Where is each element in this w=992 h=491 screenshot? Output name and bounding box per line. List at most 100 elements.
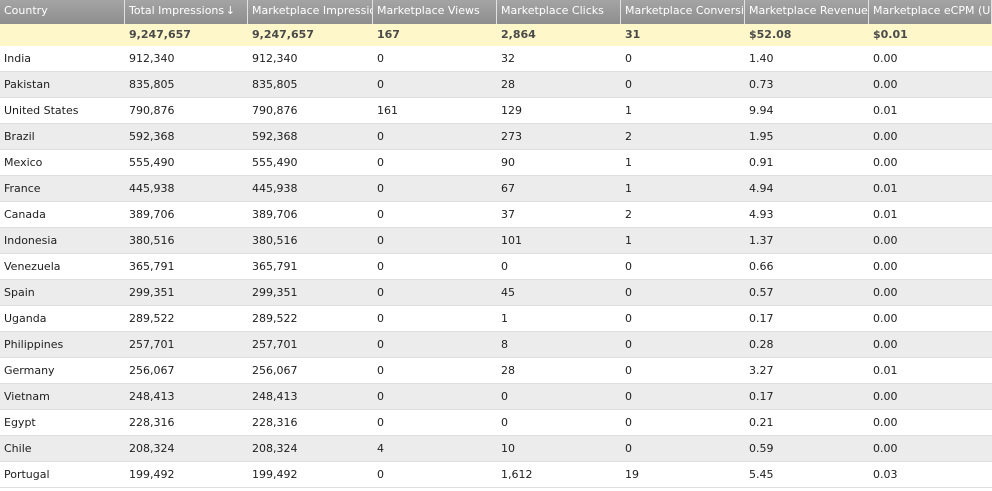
cell-marketplace-conversions: 0 <box>625 338 632 351</box>
table-row[interactable]: Egypt 228,316 228,316 0 0 0 0.21 0.00 <box>0 410 992 436</box>
cell-marketplace-impressions: 445,938 <box>252 182 298 195</box>
column-header-marketplace-clicks[interactable]: Marketplace Clicks <box>497 0 621 24</box>
cell-total-impressions: 912,340 <box>129 52 175 65</box>
cell-marketplace-clicks: 8 <box>501 338 508 351</box>
cell-marketplace-conversions: 19 <box>625 468 639 481</box>
column-header-marketplace-views[interactable]: Marketplace Views <box>373 0 497 24</box>
cell-marketplace-views: 0 <box>377 312 384 325</box>
cell-marketplace-impressions: 912,340 <box>252 52 298 65</box>
cell-marketplace-impressions: 208,324 <box>252 442 298 455</box>
cell-country: India <box>4 52 31 65</box>
cell-country: Vietnam <box>4 390 50 403</box>
table-row[interactable]: Philippines 257,701 257,701 0 8 0 0.28 0.00 <box>0 332 992 358</box>
cell-marketplace-ecpm: 0.00 <box>873 156 898 169</box>
cell-marketplace-ecpm: 0.00 <box>873 442 898 455</box>
cell-total-impressions: 289,522 <box>129 312 175 325</box>
table-row[interactable]: Portugal 199,492 199,492 0 1,612 19 5.45 0.03 <box>0 462 992 488</box>
column-header-marketplace-impressions[interactable]: Marketplace Impressions <box>248 0 373 24</box>
column-header-label: Marketplace Impressions <box>252 4 372 17</box>
cell-marketplace-revenue: 5.45 <box>749 468 774 481</box>
cell-marketplace-revenue: 0.17 <box>749 312 774 325</box>
column-header-label: Marketplace Revenue (U <box>749 4 868 17</box>
cell-marketplace-ecpm: 0.01 <box>873 208 898 221</box>
cell-marketplace-impressions: 257,701 <box>252 338 298 351</box>
column-header-label: Marketplace Views <box>377 4 480 17</box>
table-row[interactable]: Uganda 289,522 289,522 0 1 0 0.17 0.00 <box>0 306 992 332</box>
column-header-label: Marketplace eCPM (USD) <box>873 4 991 17</box>
cell-marketplace-conversions: 0 <box>625 52 632 65</box>
cell-marketplace-revenue: 1.40 <box>749 52 774 65</box>
cell-marketplace-conversions: 0 <box>625 364 632 377</box>
cell-total-impressions: 445,938 <box>129 182 175 195</box>
cell-marketplace-conversions: 0 <box>625 442 632 455</box>
table-row[interactable]: Germany 256,067 256,067 0 28 0 3.27 0.01 <box>0 358 992 384</box>
cell-marketplace-impressions: 380,516 <box>252 234 298 247</box>
cell-marketplace-clicks: 45 <box>501 286 515 299</box>
cell-marketplace-conversions: 0 <box>625 260 632 273</box>
column-header-marketplace-ecpm[interactable]: Marketplace eCPM (USD) <box>869 0 992 24</box>
cell-marketplace-impressions: 555,490 <box>252 156 298 169</box>
cell-marketplace-clicks: 28 <box>501 364 515 377</box>
cell-marketplace-views: 0 <box>377 468 384 481</box>
cell-marketplace-impressions: 256,067 <box>252 364 298 377</box>
cell-marketplace-revenue: 0.17 <box>749 390 774 403</box>
table-row[interactable]: Canada 389,706 389,706 0 37 2 4.93 0.01 <box>0 202 992 228</box>
cell-marketplace-clicks: 101 <box>501 234 522 247</box>
sort-down-arrow-icon[interactable]: ↓ <box>226 0 235 21</box>
cell-marketplace-revenue: 0.59 <box>749 442 774 455</box>
cell-marketplace-revenue: 9.94 <box>749 104 774 117</box>
cell-marketplace-ecpm: 0.00 <box>873 234 898 247</box>
column-header-marketplace-revenue[interactable]: Marketplace Revenue (U <box>745 0 869 24</box>
table-row[interactable]: Vietnam 248,413 248,413 0 0 0 0.17 0.00 <box>0 384 992 410</box>
cell-marketplace-views: 0 <box>377 208 384 221</box>
column-header-label: Marketplace Conversions <box>625 4 744 17</box>
cell-marketplace-clicks: 37 <box>501 208 515 221</box>
cell-marketplace-ecpm: 0.03 <box>873 468 898 481</box>
column-header-marketplace-conversions[interactable]: Marketplace Conversions <box>621 0 745 24</box>
cell-country: Canada <box>4 208 46 221</box>
table-row[interactable]: France 445,938 445,938 0 67 1 4.94 0.01 <box>0 176 992 202</box>
cell-total-impressions: 248,413 <box>129 390 175 403</box>
cell-marketplace-conversions: 0 <box>625 390 632 403</box>
cell-marketplace-impressions: 365,791 <box>252 260 298 273</box>
report-grid: Country Total Impressions ↓ Marketplace Imp… <box>0 0 992 491</box>
cell-marketplace-conversions: 0 <box>625 286 632 299</box>
table-row[interactable]: Mexico 555,490 555,490 0 90 1 0.91 0.00 <box>0 150 992 176</box>
table-row[interactable]: Spain 299,351 299,351 0 45 0 0.57 0.00 <box>0 280 992 306</box>
cell-country: Pakistan <box>4 78 51 91</box>
cell-total-impressions: 299,351 <box>129 286 175 299</box>
total-marketplace-views: 167 <box>377 28 400 41</box>
table-row[interactable]: Venezuela 365,791 365,791 0 0 0 0.66 0.00 <box>0 254 992 280</box>
column-header-label: Country <box>4 4 48 17</box>
cell-marketplace-revenue: 0.28 <box>749 338 774 351</box>
cell-marketplace-revenue: 0.21 <box>749 416 774 429</box>
cell-country: France <box>4 182 41 195</box>
table-row[interactable]: India 912,340 912,340 0 32 0 1.40 0.00 <box>0 46 992 72</box>
total-marketplace-ecpm: $0.01 <box>873 28 908 41</box>
cell-total-impressions: 228,316 <box>129 416 175 429</box>
cell-marketplace-revenue: 0.66 <box>749 260 774 273</box>
cell-marketplace-ecpm: 0.01 <box>873 104 898 117</box>
cell-country: Philippines <box>4 338 64 351</box>
cell-marketplace-views: 0 <box>377 52 384 65</box>
cell-marketplace-revenue: 4.93 <box>749 208 774 221</box>
cell-country: Brazil <box>4 130 35 143</box>
cell-marketplace-conversions: 1 <box>625 104 632 117</box>
cell-marketplace-clicks: 0 <box>501 416 508 429</box>
table-row[interactable]: Pakistan 835,805 835,805 0 28 0 0.73 0.00 <box>0 72 992 98</box>
cell-marketplace-conversions: 2 <box>625 130 632 143</box>
total-marketplace-conversions: 31 <box>625 28 641 41</box>
total-total-impressions: 9,247,657 <box>129 28 191 41</box>
cell-marketplace-ecpm: 0.00 <box>873 52 898 65</box>
cell-marketplace-conversions: 1 <box>625 182 632 195</box>
table-row[interactable]: Brazil 592,368 592,368 0 273 2 1.95 0.00 <box>0 124 992 150</box>
total-country <box>0 24 125 46</box>
column-header-total-impressions[interactable]: Total Impressions ↓ <box>125 0 248 24</box>
cell-marketplace-impressions: 389,706 <box>252 208 298 221</box>
column-header-country[interactable]: Country <box>0 0 125 24</box>
table-row[interactable]: Chile 208,324 208,324 4 10 0 0.59 0.00 <box>0 436 992 462</box>
total-marketplace-clicks: 2,864 <box>501 28 536 41</box>
table-row[interactable]: United States 790,876 790,876 161 129 1 9.94 0.… <box>0 98 992 124</box>
table-row[interactable]: Indonesia 380,516 380,516 0 101 1 1.37 0.00 <box>0 228 992 254</box>
cell-marketplace-views: 4 <box>377 442 384 455</box>
